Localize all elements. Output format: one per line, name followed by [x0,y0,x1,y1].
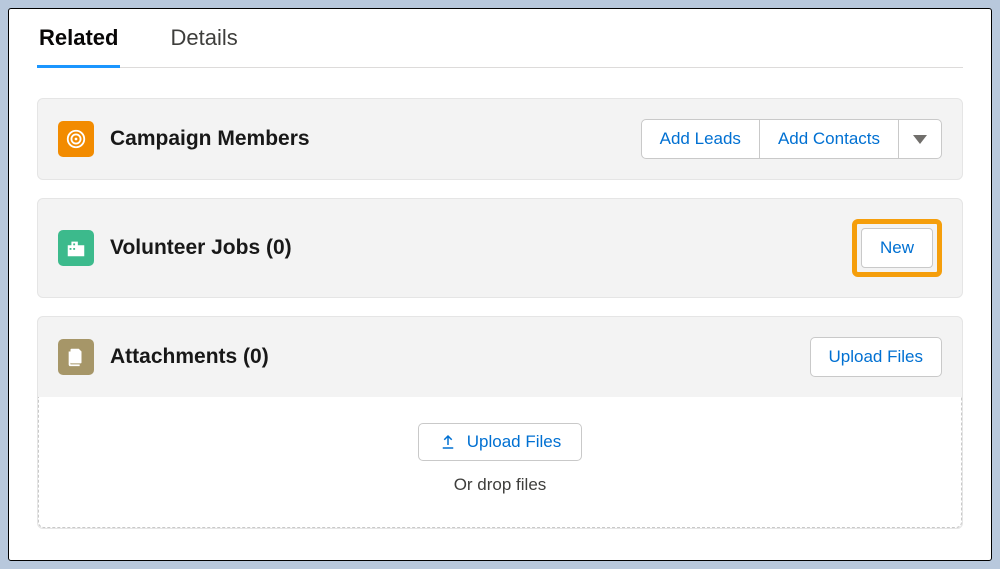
card-left: Volunteer Jobs (0) [58,230,292,266]
card-header: Campaign Members Add Leads Add Contacts [38,99,962,179]
upload-icon [439,433,457,451]
dropzone-upload-button[interactable]: Upload Files [418,423,583,461]
card-volunteer-jobs: Volunteer Jobs (0) New [37,198,963,298]
dropzone-upload-label: Upload Files [467,432,562,452]
card-campaign-members: Campaign Members Add Leads Add Contacts [37,98,963,180]
card-attachments: Attachments (0) Upload Files Upload File… [37,316,963,529]
add-contacts-button[interactable]: Add Contacts [759,119,899,159]
card-left: Attachments (0) [58,339,269,375]
new-button[interactable]: New [861,228,933,268]
more-actions-button[interactable] [898,119,942,159]
highlight-annotation: New [852,219,942,277]
chevron-down-icon [913,135,927,144]
card-title: Attachments (0) [110,345,269,369]
attachments-icon [58,339,94,375]
upload-files-button[interactable]: Upload Files [810,337,943,377]
button-group: Add Leads Add Contacts [641,119,942,159]
tab-related[interactable]: Related [37,21,120,68]
campaign-icon [58,121,94,157]
card-header: Attachments (0) Upload Files [38,317,962,397]
file-dropzone[interactable]: Upload Files Or drop files [38,397,962,528]
add-leads-button[interactable]: Add Leads [641,119,760,159]
tab-details[interactable]: Details [168,21,239,67]
card-header: Volunteer Jobs (0) New [38,199,962,297]
record-panel: Related Details Campaign Members Add Lea… [8,8,992,561]
card-title: Volunteer Jobs (0) [110,236,292,260]
card-title: Campaign Members [110,127,310,151]
card-left: Campaign Members [58,121,310,157]
volunteer-icon [58,230,94,266]
tab-bar: Related Details [37,21,963,68]
dropzone-hint: Or drop files [454,475,547,495]
